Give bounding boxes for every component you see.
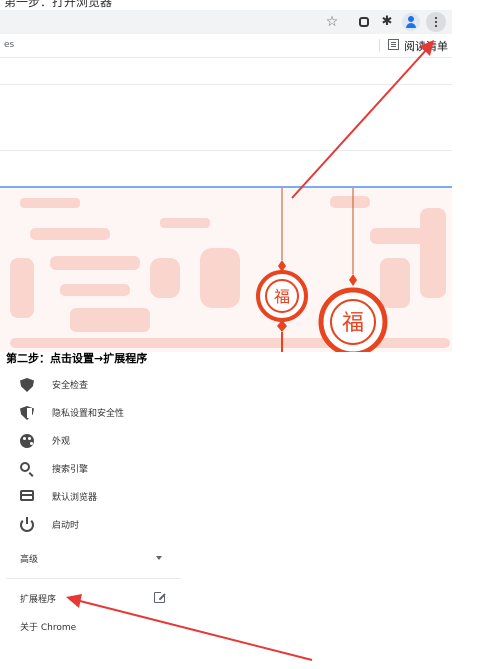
search-icon [20, 462, 30, 472]
shield-icon [20, 378, 34, 392]
chevron-down-icon [156, 556, 162, 560]
menu-item-search-engine[interactable]: 搜索引擎 [0, 456, 180, 482]
extension-icon[interactable] [355, 10, 373, 34]
extensions-label: 扩展程序 [20, 595, 57, 605]
menu-item-label: 外观 [52, 437, 71, 447]
browser-screenshot: 第一步：打开浏览器 ☆ ✱ es 阅读清单 福 福 [0, 0, 452, 352]
menu-item-label: 启动时 [52, 521, 80, 531]
bookmarks-bar: es 阅读清单 [0, 34, 452, 58]
settings-screenshot: 安全检查 隐私设置和安全性 外观 搜索引擎 默认浏览器 启动时 高级 扩展程序 … [0, 366, 486, 669]
menu-item-advanced[interactable]: 高级 [0, 546, 180, 572]
star-icon[interactable]: ☆ [323, 10, 341, 34]
menu-item-on-startup[interactable]: 启动时 [0, 512, 180, 538]
browser-icon [20, 490, 34, 501]
menu-item-label: 安全检查 [52, 381, 89, 391]
menu-item-privacy[interactable]: 隐私设置和安全性 [0, 400, 180, 426]
fu-character-2: 福 [342, 311, 364, 336]
menu-item-label: 默认浏览器 [52, 493, 98, 503]
menu-item-extensions[interactable]: 扩展程序 [0, 586, 180, 612]
reading-list-label[interactable]: 阅读清单 [404, 38, 448, 54]
festive-illustration: 福 福 [10, 188, 450, 352]
puzzle-icon[interactable]: ✱ [378, 10, 396, 34]
step-two-caption: 第二步：点击设置→扩展程序 [6, 352, 148, 365]
menu-item-safety-check[interactable]: 安全检查 [0, 372, 180, 398]
fu-character-1: 福 [274, 287, 290, 306]
step-one-title: 第一步：打开浏览器 [4, 0, 113, 9]
reading-list-icon[interactable] [388, 39, 399, 50]
divider [0, 84, 452, 85]
profile-icon[interactable] [402, 13, 420, 31]
settings-sidebar: 安全检查 隐私设置和安全性 外观 搜索引擎 默认浏览器 启动时 高级 扩展程序 … [0, 366, 180, 669]
festive-banner: 福 福 [0, 188, 452, 352]
menu-item-appearance[interactable]: 外观 [0, 428, 180, 454]
tutorial-page: 第一步：打开浏览器 ☆ ✱ es 阅读清单 福 福 第二步：点击设置→扩展程序 … [0, 0, 486, 669]
menu-item-label: 搜索引擎 [52, 465, 89, 475]
advanced-label: 高级 [20, 555, 39, 565]
menu-item-default-browser[interactable]: 默认浏览器 [0, 484, 180, 510]
open-in-new-icon [154, 590, 167, 603]
bookmark-fragment[interactable]: es [4, 40, 14, 50]
menu-item-label: 隐私设置和安全性 [52, 409, 125, 419]
privacy-shield-icon [20, 406, 34, 420]
power-icon [20, 517, 34, 532]
three-dot-menu-icon[interactable] [426, 12, 446, 32]
palette-icon [20, 434, 34, 448]
menu-item-about-chrome[interactable]: 关于 Chrome [0, 614, 180, 640]
about-chrome-label: 关于 Chrome [20, 623, 77, 633]
menu-divider [6, 578, 180, 579]
bookmarks-separator [379, 39, 380, 52]
divider [0, 150, 452, 151]
browser-toolbar: ☆ ✱ [0, 10, 452, 34]
